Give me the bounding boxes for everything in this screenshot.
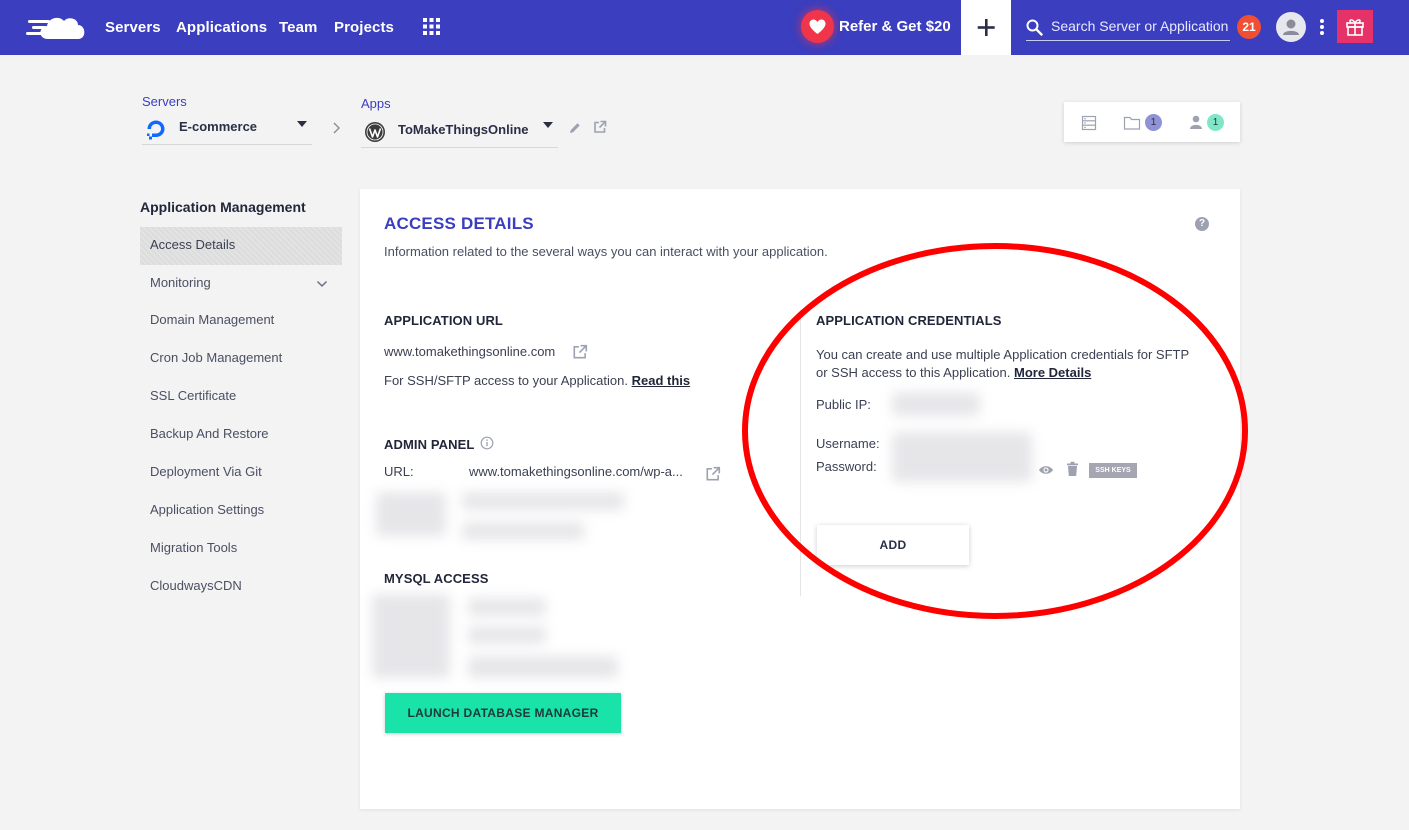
- sidebar-item-deployment-git[interactable]: Deployment Via Git: [140, 454, 342, 492]
- more-details-link[interactable]: More Details: [1014, 365, 1091, 380]
- server-list-icon[interactable]: [1081, 115, 1097, 131]
- sidebar-item-domain-management[interactable]: Domain Management: [140, 302, 342, 340]
- sidebar-item-ssl-certificate[interactable]: SSL Certificate: [140, 378, 342, 416]
- notification-badge[interactable]: 21: [1237, 15, 1261, 39]
- gift-button[interactable]: [1337, 10, 1373, 43]
- admin-url-label: URL:: [384, 464, 414, 479]
- mysql-access-heading: MYSQL ACCESS: [384, 571, 489, 586]
- credentials-desc-line1: You can create and use multiple Applicat…: [816, 347, 1190, 362]
- trash-icon[interactable]: [1066, 461, 1079, 477]
- search-input[interactable]: [1051, 15, 1231, 37]
- sidebar-item-cloudwayscdn[interactable]: CloudwaysCDN: [140, 568, 342, 606]
- ssh-note-text: For SSH/SFTP access to your Application.: [384, 373, 628, 388]
- launch-database-manager-button[interactable]: LAUNCH DATABASE MANAGER: [385, 693, 621, 733]
- ssh-note: For SSH/SFTP access to your Application.…: [384, 373, 690, 388]
- external-link-icon[interactable]: [705, 466, 721, 482]
- top-navbar: Servers Applications Team Projects Refer…: [0, 0, 1409, 55]
- application-url-heading: APPLICATION URL: [384, 313, 503, 328]
- help-icon[interactable]: ?: [1195, 217, 1209, 231]
- app-credentials-heading: APPLICATION CREDENTIALS: [816, 313, 1002, 328]
- sidebar-item-backup-restore[interactable]: Backup And Restore: [140, 416, 342, 454]
- search-icon[interactable]: [1026, 19, 1043, 36]
- digitalocean-icon: [147, 120, 165, 140]
- admin-url[interactable]: www.tomakethingsonline.com/wp-a...: [469, 464, 683, 479]
- folder-icon[interactable]: [1123, 115, 1141, 131]
- edit-pencil-icon[interactable]: [568, 121, 582, 135]
- gift-icon: [1346, 19, 1364, 36]
- nav-servers[interactable]: Servers: [105, 19, 161, 36]
- add-credential-button[interactable]: ADD: [817, 525, 969, 565]
- more-vert-icon[interactable]: [1317, 17, 1327, 37]
- external-link-icon[interactable]: [572, 344, 588, 360]
- cloudways-logo-icon[interactable]: [26, 11, 88, 43]
- apps-grid-icon[interactable]: [423, 18, 440, 35]
- nav-team[interactable]: Team: [279, 19, 317, 36]
- heart-icon[interactable]: [801, 10, 834, 43]
- app-name: ToMakeThingsOnline: [398, 122, 529, 137]
- chevron-down-icon[interactable]: [316, 279, 328, 289]
- caret-down-icon: [297, 121, 307, 127]
- column-divider: [800, 310, 801, 596]
- sidebar-item-monitoring[interactable]: Monitoring: [140, 265, 342, 303]
- plus-icon: [977, 19, 995, 36]
- server-name: E-commerce: [179, 119, 258, 134]
- apps-label: Apps: [361, 96, 391, 111]
- redacted-public-ip: [892, 392, 980, 416]
- username-label: Username:: [816, 436, 880, 451]
- public-ip-label: Public IP:: [816, 397, 871, 412]
- redacted-mysql-user: [468, 626, 546, 644]
- ssh-keys-button[interactable]: SSH KEYS: [1089, 463, 1137, 478]
- user-icon: [1283, 19, 1299, 35]
- password-label: Password:: [816, 459, 877, 474]
- external-link-icon[interactable]: [593, 120, 607, 134]
- app-select[interactable]: ToMakeThingsOnline: [361, 114, 558, 148]
- admin-panel-heading: ADMIN PANEL: [384, 437, 475, 452]
- wordpress-icon: [365, 122, 385, 142]
- page-subtitle: Information related to the several ways …: [384, 244, 828, 259]
- files-count-badge: 1: [1145, 114, 1162, 131]
- redacted-mysql-labels: [372, 594, 450, 678]
- caret-down-icon: [543, 122, 553, 128]
- search-box: [1026, 12, 1231, 41]
- credentials-description: You can create and use multiple Applicat…: [816, 346, 1226, 382]
- sidebar-title: Application Management: [140, 199, 306, 215]
- redacted-admin-username: [462, 492, 624, 510]
- redacted-credentials: [892, 432, 1032, 482]
- app-stats-card: 1 1: [1064, 102, 1240, 142]
- info-icon[interactable]: [480, 436, 494, 450]
- eye-icon[interactable]: [1038, 463, 1054, 477]
- sidebar-item-application-settings[interactable]: Application Settings: [140, 492, 342, 530]
- chevron-right-icon: [333, 122, 340, 134]
- credentials-desc-line2: or SSH access to this Application.: [816, 365, 1011, 380]
- application-url[interactable]: www.tomakethingsonline.com: [384, 344, 555, 359]
- avatar[interactable]: [1276, 12, 1306, 42]
- nav-projects[interactable]: Projects: [334, 19, 394, 36]
- redacted-admin-password: [462, 522, 584, 540]
- nav-applications[interactable]: Applications: [176, 19, 267, 36]
- redacted-admin-labels: [376, 492, 446, 536]
- sidebar-item-access-details[interactable]: Access Details: [140, 227, 342, 265]
- add-new-button[interactable]: [961, 0, 1011, 55]
- read-this-link[interactable]: Read this: [632, 373, 691, 388]
- members-count-badge: 1: [1207, 114, 1224, 131]
- sidebar-item-cron-job-management[interactable]: Cron Job Management: [140, 340, 342, 378]
- user-icon[interactable]: [1189, 114, 1203, 131]
- refer-link[interactable]: Refer & Get $20: [839, 18, 951, 35]
- servers-label: Servers: [142, 94, 187, 109]
- redacted-mysql-password: [468, 656, 618, 678]
- sidebar-item-migration-tools[interactable]: Migration Tools: [140, 530, 342, 568]
- redacted-mysql-db: [468, 598, 546, 616]
- server-select[interactable]: E-commerce: [142, 111, 312, 145]
- page-title: ACCESS DETAILS: [384, 214, 534, 233]
